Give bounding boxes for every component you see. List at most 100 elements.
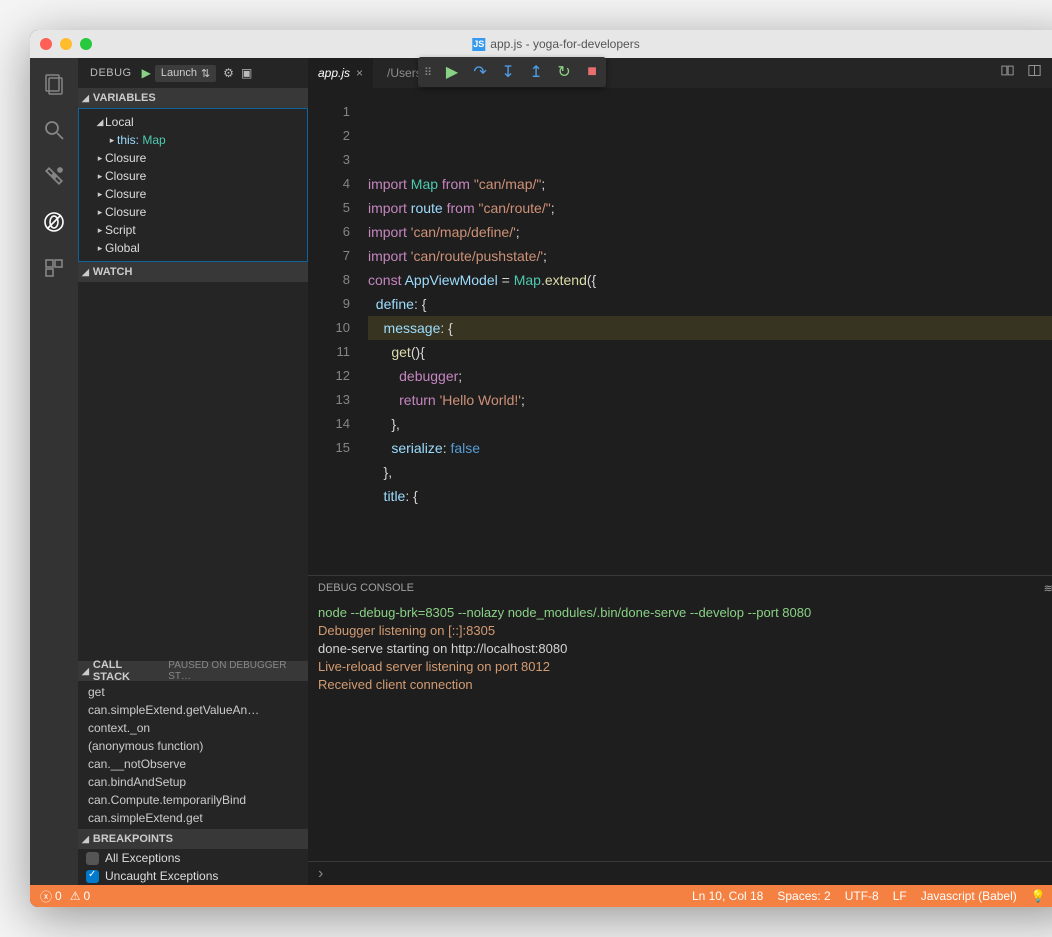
step-into-button[interactable]: ↧ <box>500 64 516 80</box>
errors-item[interactable]: ⓧ 0 <box>40 888 62 905</box>
scope-label: Closure <box>105 151 146 165</box>
breakpoints-section-header[interactable]: ◢ BREAKPOINTS <box>78 829 308 849</box>
stack-frame[interactable]: context._on <box>78 719 308 737</box>
debug-label: DEBUG <box>90 67 132 79</box>
warnings-item[interactable]: ⚠ 0 <box>70 889 90 903</box>
callstack-status: PAUSED ON DEBUGGER ST… <box>168 660 308 682</box>
eol[interactable]: LF <box>893 889 907 903</box>
language-mode[interactable]: Javascript (Babel) <box>921 889 1017 903</box>
watch-body <box>78 282 308 661</box>
start-debug-button[interactable]: ▶ <box>142 66 151 80</box>
line-gutter: 123456789101112131415 <box>308 88 368 575</box>
scope-closure[interactable]: ▸Closure <box>95 185 307 203</box>
app-icon: JS <box>472 38 485 51</box>
launch-config-dropdown[interactable]: Launch ⇅ <box>155 65 216 82</box>
debug-toolbar[interactable]: ⠿ ▶ ↷ ↧ ↥ ↻ ■ <box>418 57 606 87</box>
watch-section-header[interactable]: ◢ WATCH <box>78 262 308 282</box>
tab-appjs[interactable]: app.js × <box>308 58 373 88</box>
search-icon[interactable] <box>40 116 68 144</box>
continue-button[interactable]: ▶ <box>444 64 460 80</box>
compare-icon[interactable] <box>1000 63 1015 83</box>
code-editor[interactable]: 123456789101112131415 import Map from "c… <box>308 88 1052 575</box>
variables-section-header[interactable]: ◢VARIABLES <box>78 88 308 108</box>
explorer-icon[interactable] <box>40 70 68 98</box>
callstack-section-header[interactable]: ◢ CALL STACK PAUSED ON DEBUGGER ST… <box>78 661 308 681</box>
chevron-down-icon: ⇅ <box>201 67 210 80</box>
tab-label: app.js <box>318 66 350 80</box>
git-icon[interactable] <box>40 162 68 190</box>
scope-closure[interactable]: ▸Closure <box>95 167 307 185</box>
step-out-button[interactable]: ↥ <box>528 64 544 80</box>
callstack-title: CALL STACK <box>93 659 160 683</box>
maximize-window-button[interactable] <box>80 38 92 50</box>
editor-main: app.js × /Users/m /src/app.js!eval ⠿ ▶ ↷… <box>308 58 1052 885</box>
extensions-icon[interactable] <box>40 254 68 282</box>
drag-handle-icon[interactable]: ⠿ <box>424 66 432 79</box>
launch-config-name: Launch <box>161 67 197 79</box>
variables-title: VARIABLES <box>93 92 156 104</box>
stack-frame[interactable]: get <box>78 683 308 701</box>
console-icon[interactable]: ▣ <box>241 66 252 80</box>
cursor-position[interactable]: Ln 10, Col 18 <box>692 889 763 903</box>
close-tab-icon[interactable]: × <box>356 66 363 80</box>
chevron-down-icon: ◢ <box>82 834 89 845</box>
stack-frame[interactable]: can.simpleExtend.get <box>78 809 308 827</box>
tab-bar: app.js × /Users/m /src/app.js!eval ⠿ ▶ ↷… <box>308 58 1052 88</box>
scope-label: Closure <box>105 169 146 183</box>
scope-script[interactable]: ▸Script <box>95 221 307 239</box>
split-editor-icon[interactable] <box>1027 63 1042 83</box>
error-count: 0 <box>55 889 62 903</box>
indentation[interactable]: Spaces: 2 <box>777 889 830 903</box>
variable-this[interactable]: ▸this: Map <box>107 131 307 149</box>
warning-count: 0 <box>83 889 90 903</box>
panel-header: DEBUG CONSOLE ≋ ⌄ <box>308 576 1052 600</box>
scope-label: Script <box>105 223 136 237</box>
stop-button[interactable]: ■ <box>584 64 600 80</box>
minimize-window-button[interactable] <box>60 38 72 50</box>
stack-frame[interactable]: can.simpleExtend.getValueAn… <box>78 701 308 719</box>
breakpoints-body: All Exceptions Uncaught Exceptions <box>78 849 308 885</box>
console-prompt[interactable]: › <box>308 861 1052 885</box>
watch-title: WATCH <box>93 266 133 278</box>
scope-label: Closure <box>105 187 146 201</box>
stack-frame[interactable]: (anonymous function) <box>78 737 308 755</box>
chevron-down-icon: ◢ <box>82 666 89 677</box>
config-gear-icon[interactable]: ⚙ <box>223 66 234 80</box>
restart-button[interactable]: ↻ <box>556 64 572 80</box>
console-output[interactable]: node --debug-brk=8305 --nolazy node_modu… <box>308 600 1052 861</box>
scope-closure[interactable]: ▸Closure <box>95 203 307 221</box>
stack-frame[interactable]: can.bindAndSetup <box>78 773 308 791</box>
var-name: this: <box>117 133 139 147</box>
scope-label: Local <box>105 115 134 129</box>
stack-frame[interactable]: can.Compute.temporarilyBind <box>78 791 308 809</box>
step-over-button[interactable]: ↷ <box>472 64 488 80</box>
clear-console-icon[interactable]: ≋ <box>1044 582 1052 595</box>
var-value: Map <box>142 133 165 147</box>
tab-actions: ··· <box>988 58 1052 88</box>
encoding[interactable]: UTF-8 <box>845 889 879 903</box>
scope-closure[interactable]: ▸Closure <box>95 149 307 167</box>
bp-label: All Exceptions <box>105 851 180 865</box>
window-title-text: app.js - yoga-for-developers <box>490 37 639 51</box>
window-title: JS app.js - yoga-for-developers <box>472 37 639 51</box>
debug-sidebar: DEBUG ▶ Launch ⇅ ⚙ ▣ ◢VARIABLES ◢Local ▸… <box>78 58 308 885</box>
close-window-button[interactable] <box>40 38 52 50</box>
debug-icon[interactable] <box>40 208 68 236</box>
debug-console-panel: DEBUG CONSOLE ≋ ⌄ node --debug-brk=8305 … <box>308 575 1052 885</box>
bp-label: Uncaught Exceptions <box>105 869 218 883</box>
checkbox-checked[interactable] <box>86 870 99 883</box>
breakpoint-uncaught-exceptions[interactable]: Uncaught Exceptions <box>78 867 308 885</box>
scope-local[interactable]: ◢Local <box>95 113 307 131</box>
lightbulb-icon[interactable]: 💡 <box>1031 889 1046 903</box>
breakpoint-all-exceptions[interactable]: All Exceptions <box>78 849 308 867</box>
breakpoints-title: BREAKPOINTS <box>93 833 173 845</box>
status-bar: ⓧ 0 ⚠ 0 Ln 10, Col 18 Spaces: 2 UTF-8 LF… <box>30 885 1052 907</box>
scope-global[interactable]: ▸Global <box>95 239 307 257</box>
activity-bar <box>30 58 78 885</box>
code-content[interactable]: import Map from "can/map/";import route … <box>368 88 1052 575</box>
chevron-down-icon: ◢ <box>82 267 89 278</box>
stack-frame[interactable]: can.__notObserve <box>78 755 308 773</box>
checkbox[interactable] <box>86 852 99 865</box>
window: JS app.js - yoga-for-developers DEBUG ▶ … <box>30 30 1052 907</box>
callstack-body: get can.simpleExtend.getValueAn… context… <box>78 681 308 829</box>
